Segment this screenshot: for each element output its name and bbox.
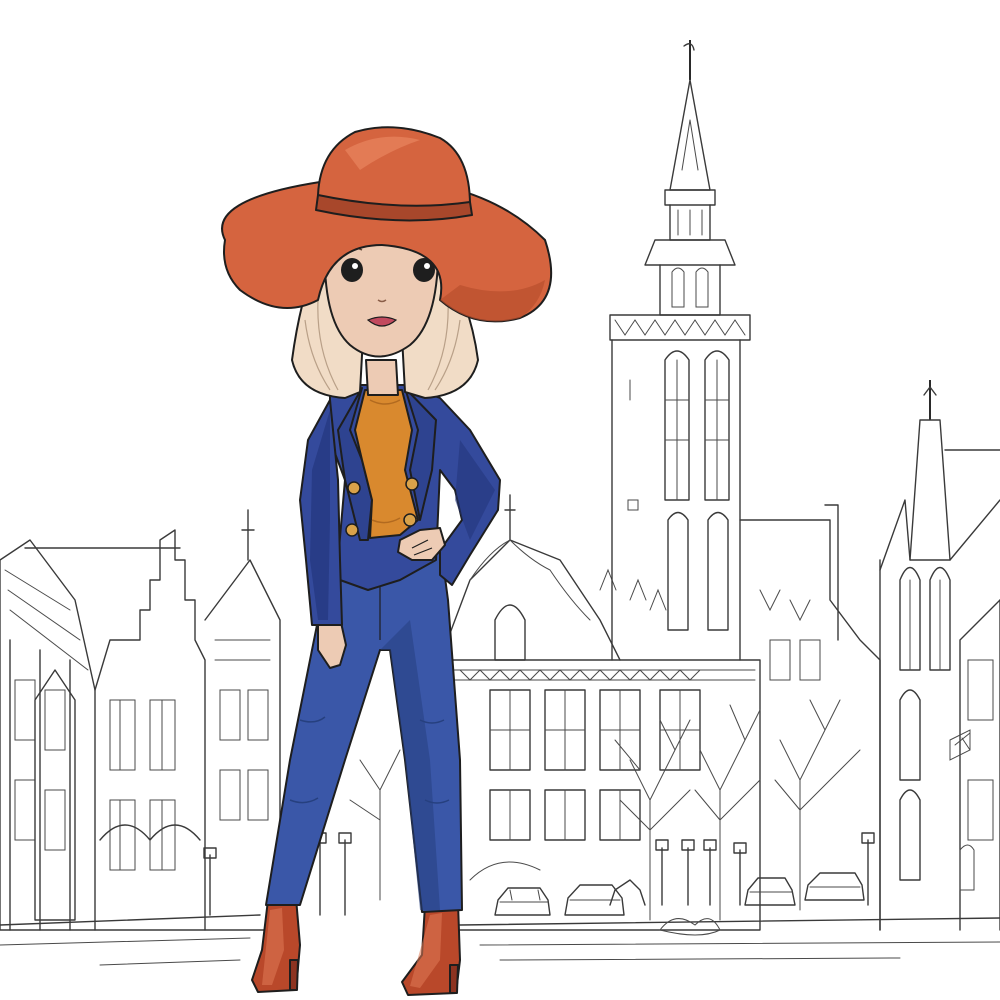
neck (365, 359, 399, 396)
parked-cars (469, 861, 865, 916)
fashion-girl (221, 126, 553, 996)
right-buildings (739, 504, 881, 931)
central-gothic-hall (439, 494, 761, 931)
illustration (0, 40, 1000, 996)
belfry-tower (609, 40, 751, 661)
jeans (265, 539, 463, 913)
stepped-gable-building (94, 529, 206, 931)
left-gothic-building (0, 539, 96, 931)
small-spire-building (24, 509, 281, 931)
right-gothic-building (879, 380, 1000, 931)
city-sketch-background (0, 40, 1000, 966)
